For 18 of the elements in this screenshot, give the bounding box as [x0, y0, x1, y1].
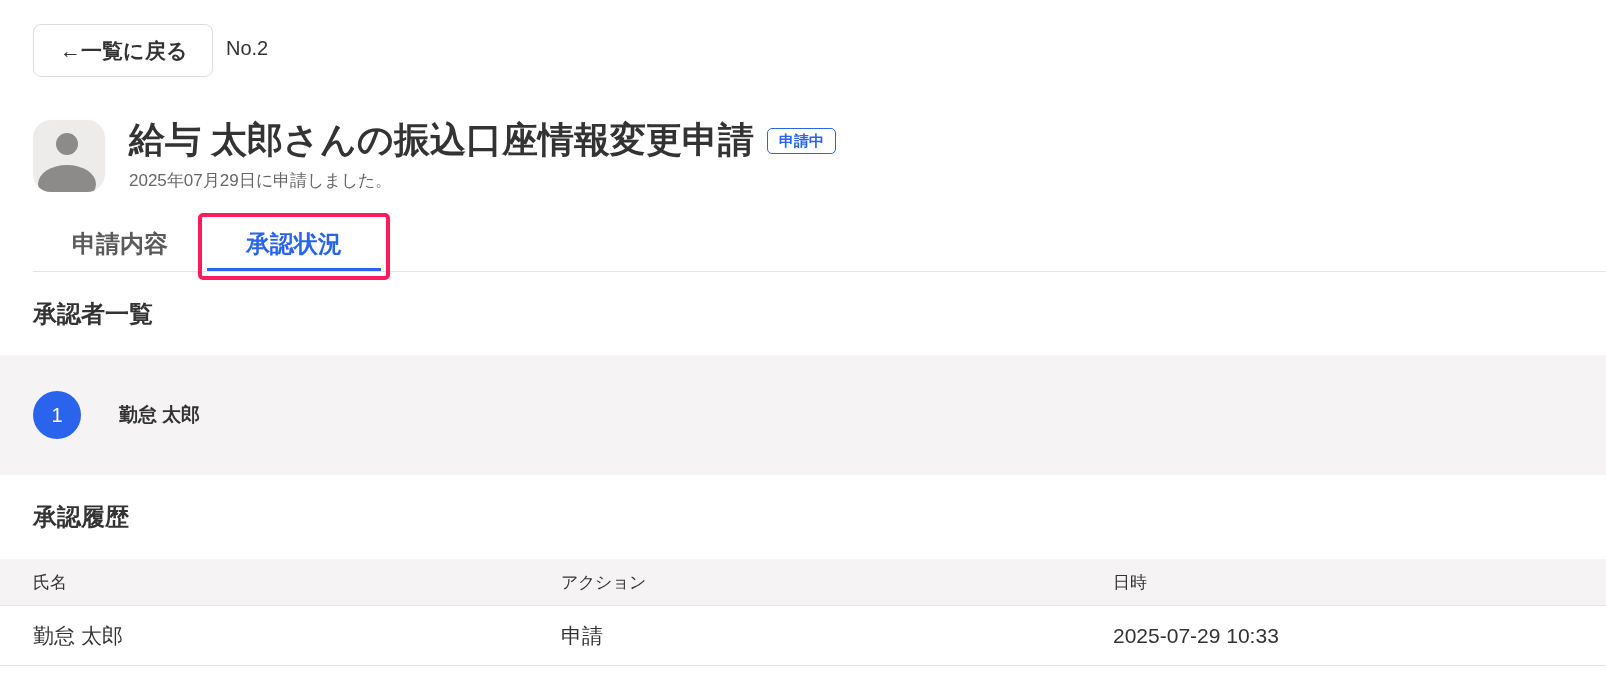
column-header: 日時 [1113, 571, 1147, 594]
approver-name: 勤怠 太郎 [119, 403, 201, 427]
back-button[interactable]: ←一覧に戻る [33, 24, 213, 77]
step-number: 1 [33, 391, 81, 439]
avatar-icon [33, 120, 105, 192]
column-header: アクション [561, 571, 646, 594]
table-cell-text: 勤怠 太郎 [33, 622, 123, 649]
tab[interactable]: 申請内容 [33, 222, 207, 271]
section-heading: 承認履歴 [31, 502, 130, 532]
record-number: No.2 [226, 36, 269, 61]
table-cell: 2025-07-29 10:33 [1113, 623, 1279, 648]
page-title: 給与 太郎さんの振込口座情報変更申請 [129, 118, 754, 162]
table-cell-text: 申請 [561, 622, 603, 649]
submitted-date: 2025年07月29日に申請しました。 [129, 171, 392, 191]
tab[interactable]: 承認状況 [207, 222, 381, 271]
column-header: 氏名 [33, 571, 67, 594]
section-heading: 承認者一覧 [31, 299, 154, 329]
status-badge: 申請中 [767, 128, 836, 154]
